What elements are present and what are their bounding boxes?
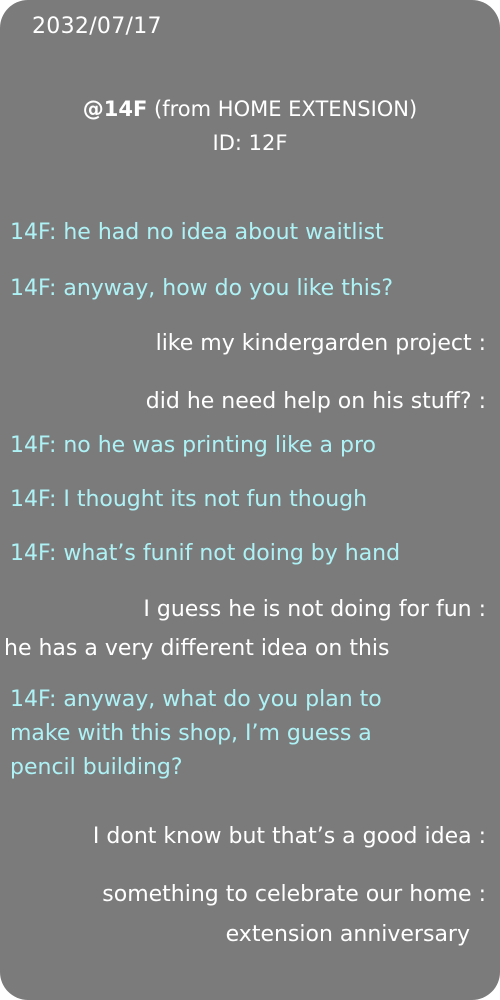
chat-date: 2032/07/17 <box>32 14 162 39</box>
message-self-continuation: extension anniversary <box>225 922 470 947</box>
message-line: pencil building? <box>10 755 183 780</box>
chat-header-title: @14F (from HOME EXTENSION) <box>0 92 500 126</box>
message-other-multiline: 14F: anyway, what do you plan to make wi… <box>10 683 480 785</box>
chat-panel: 2032/07/17 @14F (from HOME EXTENSION) ID… <box>0 0 500 1000</box>
message-other: 14F: no he was printing like a pro <box>10 433 377 458</box>
user-handle: @14F <box>82 97 148 121</box>
message-self: I guess he is not doing for fun : <box>143 597 486 622</box>
message-self: something to celebrate our home : <box>102 882 486 907</box>
message-other: 14F: he had no idea about waitlist <box>10 220 384 245</box>
message-self: I dont know but that’s a good idea : <box>92 824 486 849</box>
chat-header-id: ID: 12F <box>212 131 288 155</box>
message-other: 14F: what’s funif not doing by hand <box>10 541 401 566</box>
message-line: make with this shop, I’m guess a <box>10 721 372 746</box>
user-source: (from HOME EXTENSION) <box>147 97 418 121</box>
message-self: like my kindergarden project : <box>155 331 486 356</box>
message-other: 14F: anyway, how do you like this? <box>10 276 394 301</box>
message-line: 14F: anyway, what do you plan to <box>10 687 382 712</box>
message-other: 14F: I thought its not fun though <box>10 487 368 512</box>
message-self: did he need help on his stuff? : <box>145 389 486 414</box>
message-self-continuation: he has a very different idea on this <box>4 636 390 661</box>
